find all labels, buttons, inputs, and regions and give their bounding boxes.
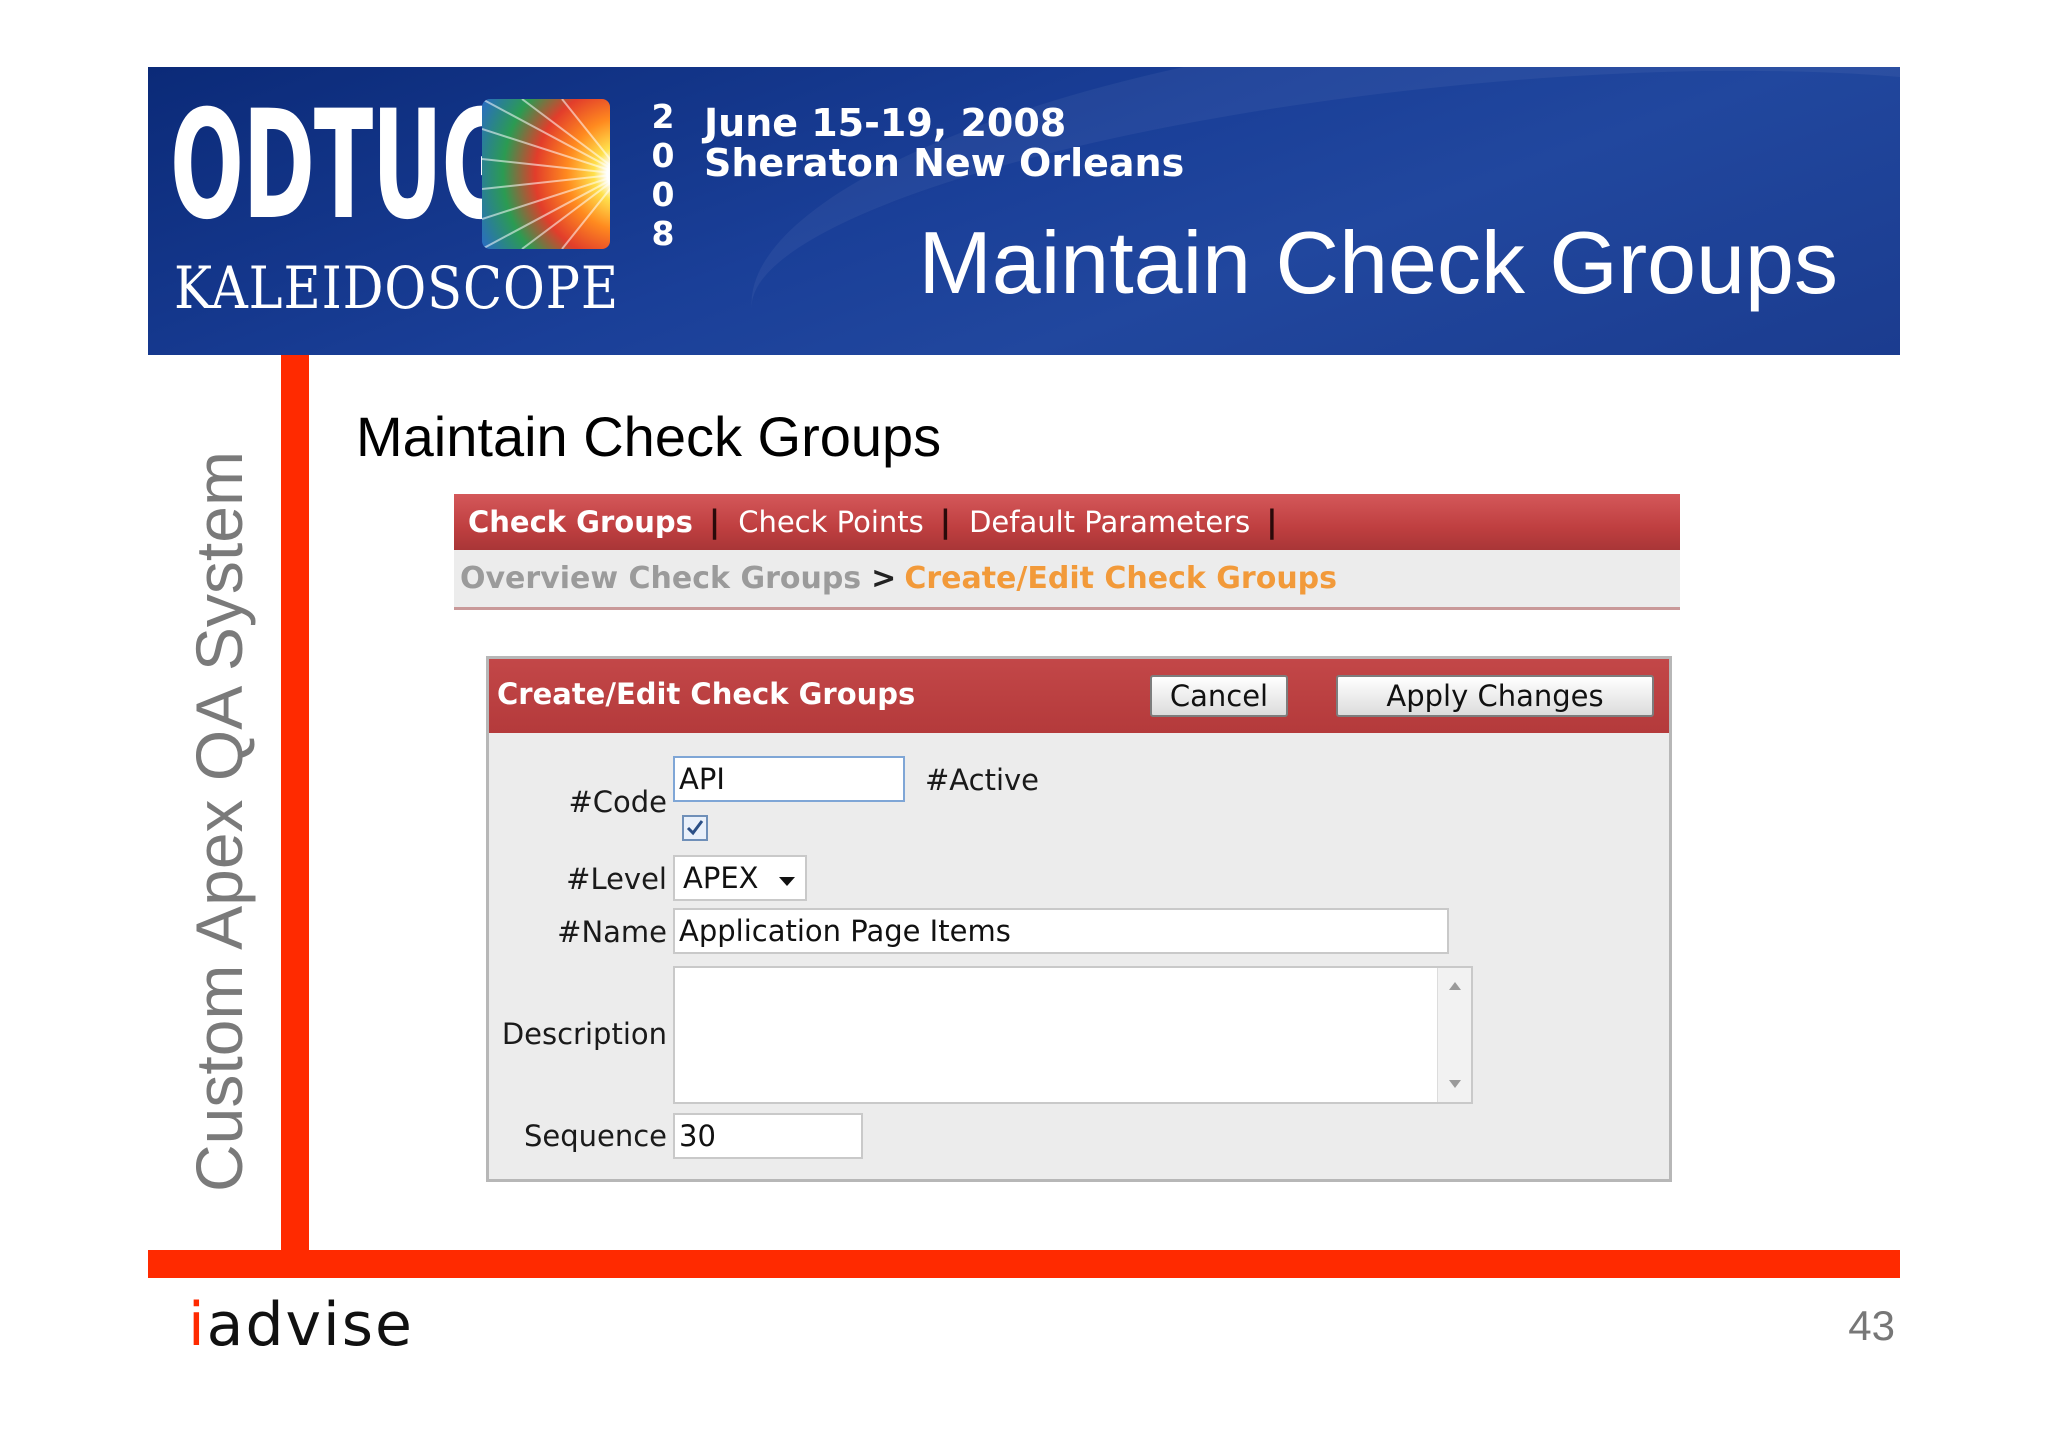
- sequence-input[interactable]: [673, 1113, 863, 1159]
- scroll-down-arrow-icon[interactable]: [1449, 1080, 1461, 1088]
- slide-heading: Maintain Check Groups: [356, 405, 942, 468]
- year-digit: 0: [651, 175, 675, 214]
- chevron-down-icon: [779, 877, 795, 886]
- level-select[interactable]: APEX: [673, 855, 807, 901]
- nav-separator: |: [1266, 504, 1278, 540]
- brand-i: i: [188, 1290, 207, 1360]
- conference-banner: ODTUG KALEIDOSCOPE 2 0 0 8 June 15-19, 2…: [148, 67, 1900, 355]
- breadcrumb-separator: >: [871, 561, 897, 596]
- region-title: Create/Edit Check Groups: [497, 677, 916, 711]
- breadcrumb: Overview Check Groups > Create/Edit Chec…: [454, 550, 1680, 610]
- region-header: Create/Edit Check Groups Cancel Apply Ch…: [489, 659, 1669, 733]
- scroll-up-arrow-icon[interactable]: [1449, 982, 1461, 990]
- page-number: 43: [1848, 1302, 1895, 1349]
- tab-check-groups[interactable]: Check Groups: [468, 505, 693, 539]
- year-digit: 8: [651, 214, 675, 253]
- app-nav-bar: Check Groups | Check Points | Default Pa…: [454, 494, 1680, 550]
- description-scrollbar[interactable]: [1437, 968, 1471, 1102]
- side-label: Custom Apex QA System: [182, 451, 256, 1192]
- iadvise-logo: iadvise: [188, 1290, 414, 1360]
- kaleidoscope-burst-icon: [482, 99, 610, 249]
- red-horizontal-bar: [148, 1250, 1900, 1278]
- code-input[interactable]: [673, 756, 905, 802]
- description-textarea-wrap: [673, 966, 1473, 1104]
- active-checkbox[interactable]: [682, 815, 708, 841]
- odtug-logo-text: ODTUG: [170, 79, 513, 253]
- year-digit: 0: [651, 136, 675, 175]
- cancel-button[interactable]: Cancel: [1150, 675, 1288, 717]
- tab-default-parameters[interactable]: Default Parameters: [969, 505, 1250, 539]
- red-vertical-bar: [281, 355, 309, 1255]
- brand-rest: advise: [206, 1290, 414, 1360]
- create-edit-region: Create/Edit Check Groups Cancel Apply Ch…: [486, 656, 1672, 1182]
- active-label: #Active: [925, 763, 1040, 797]
- kaleidoscope-logo-text: KALEIDOSCOPE: [174, 254, 620, 322]
- year-digit: 2: [651, 97, 675, 136]
- breadcrumb-current: Create/Edit Check Groups: [904, 561, 1338, 596]
- apply-changes-button[interactable]: Apply Changes: [1336, 675, 1654, 717]
- code-label: #Code: [568, 785, 667, 819]
- name-label: #Name: [557, 915, 667, 949]
- description-label: Description: [501, 1017, 667, 1051]
- description-textarea[interactable]: [675, 968, 1471, 1102]
- name-input[interactable]: [673, 908, 1449, 954]
- year-vertical: 2 0 0 8: [648, 97, 678, 253]
- tab-check-points[interactable]: Check Points: [738, 505, 924, 539]
- sequence-label: Sequence: [523, 1119, 667, 1153]
- event-date: June 15-19, 2008: [704, 101, 1067, 145]
- event-venue: Sheraton New Orleans: [704, 141, 1185, 185]
- checkmark-icon: [686, 820, 704, 836]
- level-label: #Level: [566, 862, 667, 896]
- nav-separator: |: [939, 504, 952, 540]
- slide-title: Maintain Check Groups: [918, 213, 1838, 312]
- level-select-value: APEX: [683, 861, 759, 895]
- nav-separator: |: [708, 504, 721, 540]
- breadcrumb-overview-link[interactable]: Overview Check Groups: [460, 561, 861, 596]
